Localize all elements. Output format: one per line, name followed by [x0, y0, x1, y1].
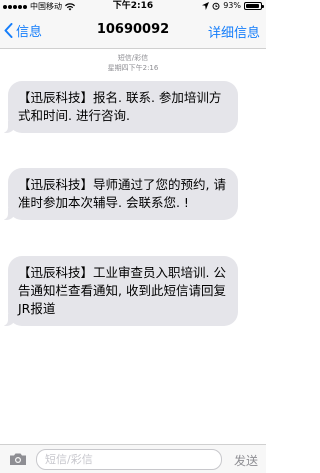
camera-icon[interactable]	[9, 452, 27, 466]
send-button[interactable]: 发送	[234, 452, 258, 469]
back-button[interactable]: 信息	[4, 21, 42, 40]
status-bar: 中国移动 下午2:16 93%	[0, 0, 266, 13]
alarm-icon	[212, 2, 220, 10]
message-bubble[interactable]: 【迅辰科技】报名. 联系. 参加培训方式和时间. 进行咨询.	[0, 81, 238, 133]
battery-icon	[244, 1, 264, 10]
status-right: 93%	[202, 1, 264, 10]
message-input[interactable]	[36, 449, 222, 470]
back-label: 信息	[16, 25, 43, 40]
battery-fill	[246, 3, 260, 8]
details-button[interactable]: 详细信息	[208, 22, 260, 41]
thread-meta: 短信/彩信 星期四下午2:16	[0, 53, 266, 73]
message-text: 【迅辰科技】导师通过了您的预约, 请准时参加本次辅导. 会联系您. !	[18, 177, 226, 210]
battery-percent: 93%	[223, 1, 241, 10]
location-icon	[202, 1, 210, 10]
message-bubble[interactable]: 【迅辰科技】工业审查员入职培训. 公告通知栏查看通知, 收到此短信请回复JR报道	[0, 256, 238, 326]
composer-bar: 发送	[0, 444, 266, 473]
message-type-label: 短信/彩信	[117, 54, 149, 62]
message-text: 【迅辰科技】工业审查员入职培训. 公告通知栏查看通知, 收到此短信请回复JR报道	[18, 265, 226, 316]
nav-bar: 信息 10690092 详细信息	[0, 13, 266, 49]
message-timestamp: 星期四下午2:16	[107, 64, 159, 72]
back-chevron-icon	[4, 23, 13, 38]
message-text: 【迅辰科技】报名. 联系. 参加培训方式和时间. 进行咨询.	[18, 90, 222, 123]
message-bubble[interactable]: 【迅辰科技】导师通过了您的预约, 请准时参加本次辅导. 会联系您. !	[0, 168, 238, 220]
